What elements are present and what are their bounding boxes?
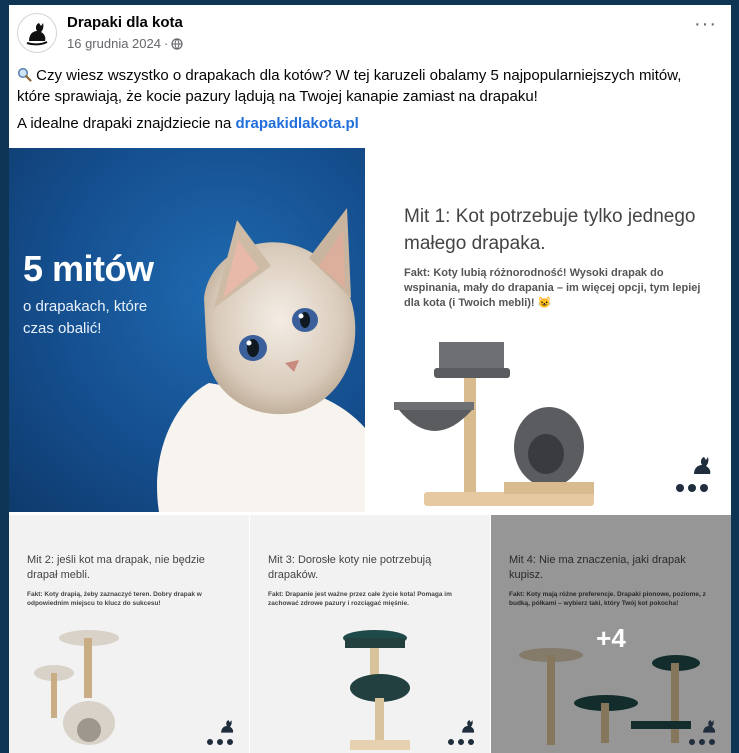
meta-separator: ·: [163, 36, 169, 51]
post-paragraph-1-text: Czy wiesz wszystko o drapakach dla kotów…: [17, 67, 682, 105]
cat-logo-icon: [26, 23, 48, 46]
brand-logo-icon: [462, 720, 475, 733]
brand-logo-icon: [694, 457, 711, 474]
post-header: Drapaki dla kota 16 grudnia 2024 · ···: [9, 5, 731, 63]
cat-tree-illustration: [34, 630, 119, 745]
post-text: Czy wiesz wszystko o drapakach dla kotów…: [17, 65, 717, 140]
slide-1-subtitle: o drapakach, które czas obalić!: [23, 298, 148, 337]
post-card: Drapaki dla kota 16 grudnia 2024 · ··· C…: [9, 5, 731, 753]
slide-2-fact: Fakt: Koty lubią różnorodność! Wysoki dr…: [404, 267, 701, 309]
cat-tree-illustration: [343, 630, 410, 750]
cat-tree-illustration: [394, 342, 594, 506]
magnifier-icon: [17, 67, 32, 82]
post-paragraph-1: Czy wiesz wszystko o drapakach dla kotów…: [17, 65, 717, 107]
gallery-image-4[interactable]: Mit 3: Dorosłe koty nie potrzebują drapa…: [250, 515, 490, 753]
brand-logo-icon: [221, 720, 234, 733]
page-avatar[interactable]: [17, 13, 57, 53]
slide-3-title: Mit 2: jeśli kot ma drapak, nie będzie d…: [27, 554, 205, 581]
slide-4-fact: Fakt: Drapanie jest ważne przez całe życ…: [268, 591, 452, 607]
more-options-button[interactable]: ···: [694, 14, 717, 34]
website-link[interactable]: drapakidlakota.pl: [235, 115, 358, 132]
slide-1-title: 5 mitów: [23, 248, 154, 289]
image-gallery: 5 mitów o drapakach, które czas obalić! …: [9, 148, 731, 753]
post-paragraph-2-text: A idealne drapaki znajdziecie na: [17, 115, 236, 132]
gallery-image-3[interactable]: Mit 2: jeśli kot ma drapak, nie będzie d…: [9, 515, 249, 753]
slide-3-fact: Fakt: Koty drapią, żeby zaznaczyć teren.…: [27, 591, 202, 607]
post-meta: 16 grudnia 2024 ·: [67, 36, 183, 51]
globe-icon: [171, 37, 183, 50]
page-name[interactable]: Drapaki dla kota: [67, 14, 183, 31]
post-date[interactable]: 16 grudnia 2024: [67, 36, 161, 51]
brand-logo-icon: [703, 720, 716, 733]
slide-indicator-dots: [207, 739, 233, 745]
slide-2-title: Mit 1: Kot potrzebuje tylko jednego małe…: [404, 206, 696, 254]
post-paragraph-2: A idealne drapaki znajdziecie na drapaki…: [17, 113, 717, 134]
gallery-image-1[interactable]: 5 mitów o drapakach, które czas obalić!: [9, 148, 365, 512]
more-images-count[interactable]: +4: [491, 623, 731, 654]
slide-4-title: Mit 3: Dorosłe koty nie potrzebują drapa…: [268, 554, 432, 581]
slide-indicator-dots: [689, 739, 715, 745]
slide-indicator-dots: [448, 739, 474, 745]
gallery-image-5[interactable]: Mit 4: Nie ma znaczenia, jaki drapak kup…: [491, 515, 731, 753]
gallery-image-2[interactable]: Mit 1: Kot potrzebuje tylko jednego małe…: [366, 148, 731, 512]
slide-indicator-dots: [676, 484, 708, 492]
